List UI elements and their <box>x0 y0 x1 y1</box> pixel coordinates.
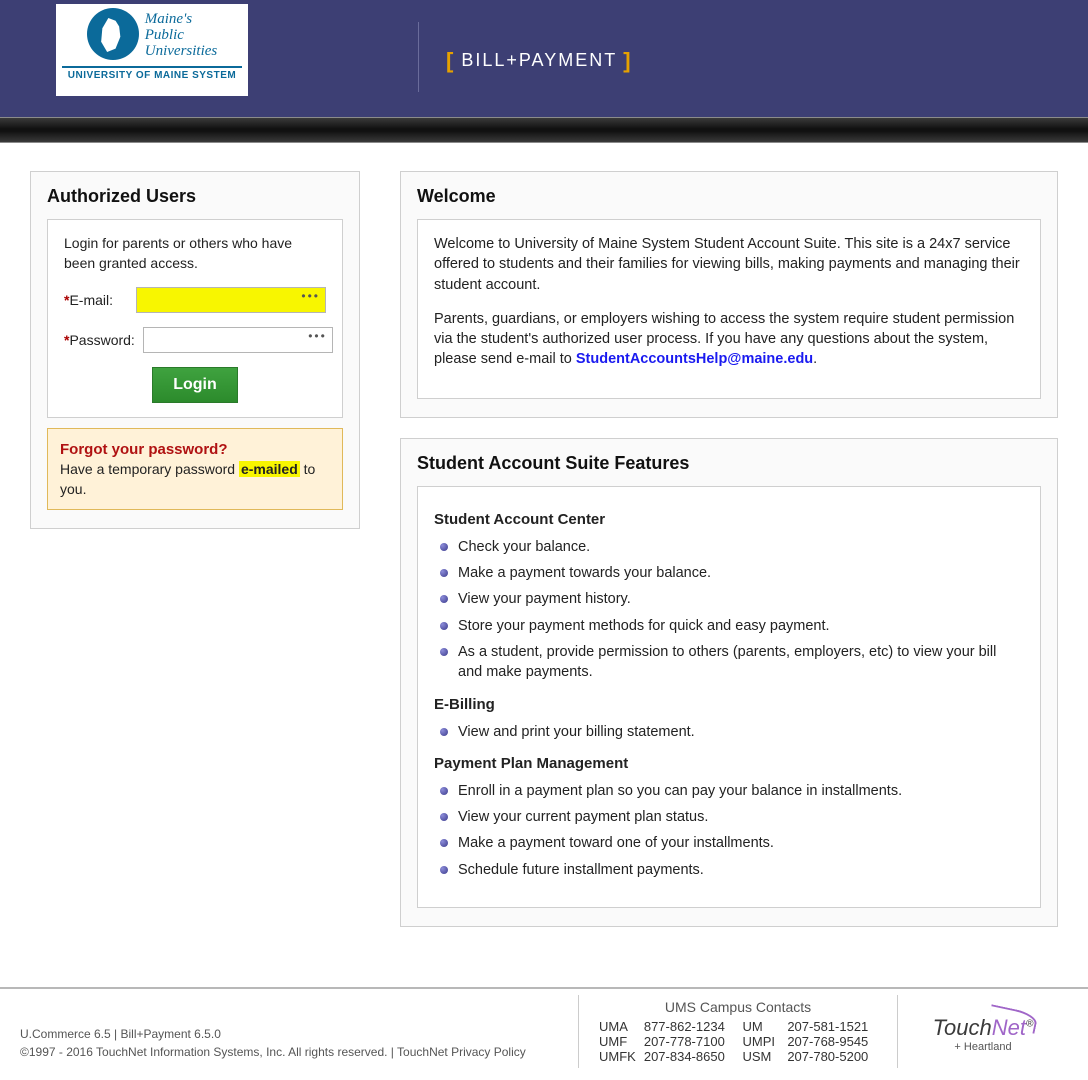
welcome-title: Welcome <box>417 186 1041 207</box>
list-item: Check your balance. <box>434 534 1024 560</box>
header-divider <box>418 22 419 92</box>
maine-state-icon <box>87 8 139 60</box>
login-button[interactable]: Login <box>152 367 238 403</box>
feature-list-payment-plan: Enroll in a payment plan so you can pay … <box>434 778 1024 883</box>
org-logo: Maine's Public Universities UNIVERSITY O… <box>56 4 248 96</box>
privacy-policy-link[interactable]: TouchNet Privacy Policy <box>397 1045 526 1059</box>
list-item: Make a payment toward one of your instal… <box>434 830 1024 856</box>
welcome-text-1: Welcome to University of Maine System St… <box>434 234 1024 295</box>
features-panel: Student Account Suite Features Student A… <box>400 438 1058 927</box>
welcome-panel: Welcome Welcome to University of Maine S… <box>400 171 1058 418</box>
feature-section-title: Student Account Center <box>434 511 1024 528</box>
password-label: *Password: <box>64 332 135 348</box>
list-item: Make a payment towards your balance. <box>434 560 1024 586</box>
feature-section-title: E-Billing <box>434 696 1024 713</box>
features-title: Student Account Suite Features <box>417 453 1041 474</box>
campus-contacts: UMS Campus Contacts UMA877-862-1234 UM20… <box>578 995 898 1068</box>
contacts-title: UMS Campus Contacts <box>599 999 877 1015</box>
app-title: [BILL+PAYMENT] <box>440 48 639 74</box>
forgot-password-title: Forgot your password? <box>60 439 330 460</box>
list-item: View your current payment plan status. <box>434 804 1024 830</box>
feature-list-account-center: Check your balance. Make a payment towar… <box>434 534 1024 686</box>
feature-list-ebilling: View and print your billing statement. <box>434 719 1024 745</box>
list-item: View your payment history. <box>434 586 1024 612</box>
org-subtitle: UNIVERSITY OF MAINE SYSTEM <box>68 68 236 81</box>
password-field[interactable] <box>143 327 333 353</box>
header-separator-bar <box>0 117 1088 143</box>
forgot-password-box[interactable]: Forgot your password? Have a temporary p… <box>47 428 343 510</box>
email-field[interactable] <box>136 287 326 313</box>
touchnet-logo-icon: TouchNet® <box>933 1015 1034 1041</box>
list-item: Store your payment methods for quick and… <box>434 613 1024 639</box>
vendor-logo: TouchNet® + Heartland <box>898 995 1068 1053</box>
contact-row: UMFK207-834-8650 USM207-780-5200 <box>599 1049 877 1064</box>
vendor-subtitle: + Heartland <box>898 1041 1068 1053</box>
top-header: Maine's Public Universities UNIVERSITY O… <box>0 0 1088 117</box>
login-description: Login for parents or others who have bee… <box>64 234 326 273</box>
contact-row: UMA877-862-1234 UM207-581-1521 <box>599 1019 877 1034</box>
footer-legal: U.Commerce 6.5 | Bill+Payment 6.5.0 ©199… <box>20 995 578 1061</box>
list-item: View and print your billing statement. <box>434 719 1024 745</box>
org-name: Maine's Public Universities <box>145 8 218 59</box>
email-label: *E-mail: <box>64 292 128 308</box>
contact-row: UMF207-778-7100 UMPI207-768-9545 <box>599 1034 877 1049</box>
list-item: Schedule future installment payments. <box>434 857 1024 883</box>
feature-section-title: Payment Plan Management <box>434 755 1024 772</box>
welcome-text-2: Parents, guardians, or employers wishing… <box>434 309 1024 370</box>
authorized-users-panel: Authorized Users Login for parents or ot… <box>30 171 360 529</box>
forgot-password-text: Have a temporary password e-mailed to yo… <box>60 461 315 497</box>
support-email-link[interactable]: StudentAccountsHelp@maine.edu <box>576 351 813 367</box>
login-form: Login for parents or others who have bee… <box>47 219 343 418</box>
list-item: As a student, provide permission to othe… <box>434 639 1024 686</box>
list-item: Enroll in a payment plan so you can pay … <box>434 778 1024 804</box>
login-panel-title: Authorized Users <box>47 186 343 207</box>
page-footer: U.Commerce 6.5 | Bill+Payment 6.5.0 ©199… <box>0 987 1088 1080</box>
